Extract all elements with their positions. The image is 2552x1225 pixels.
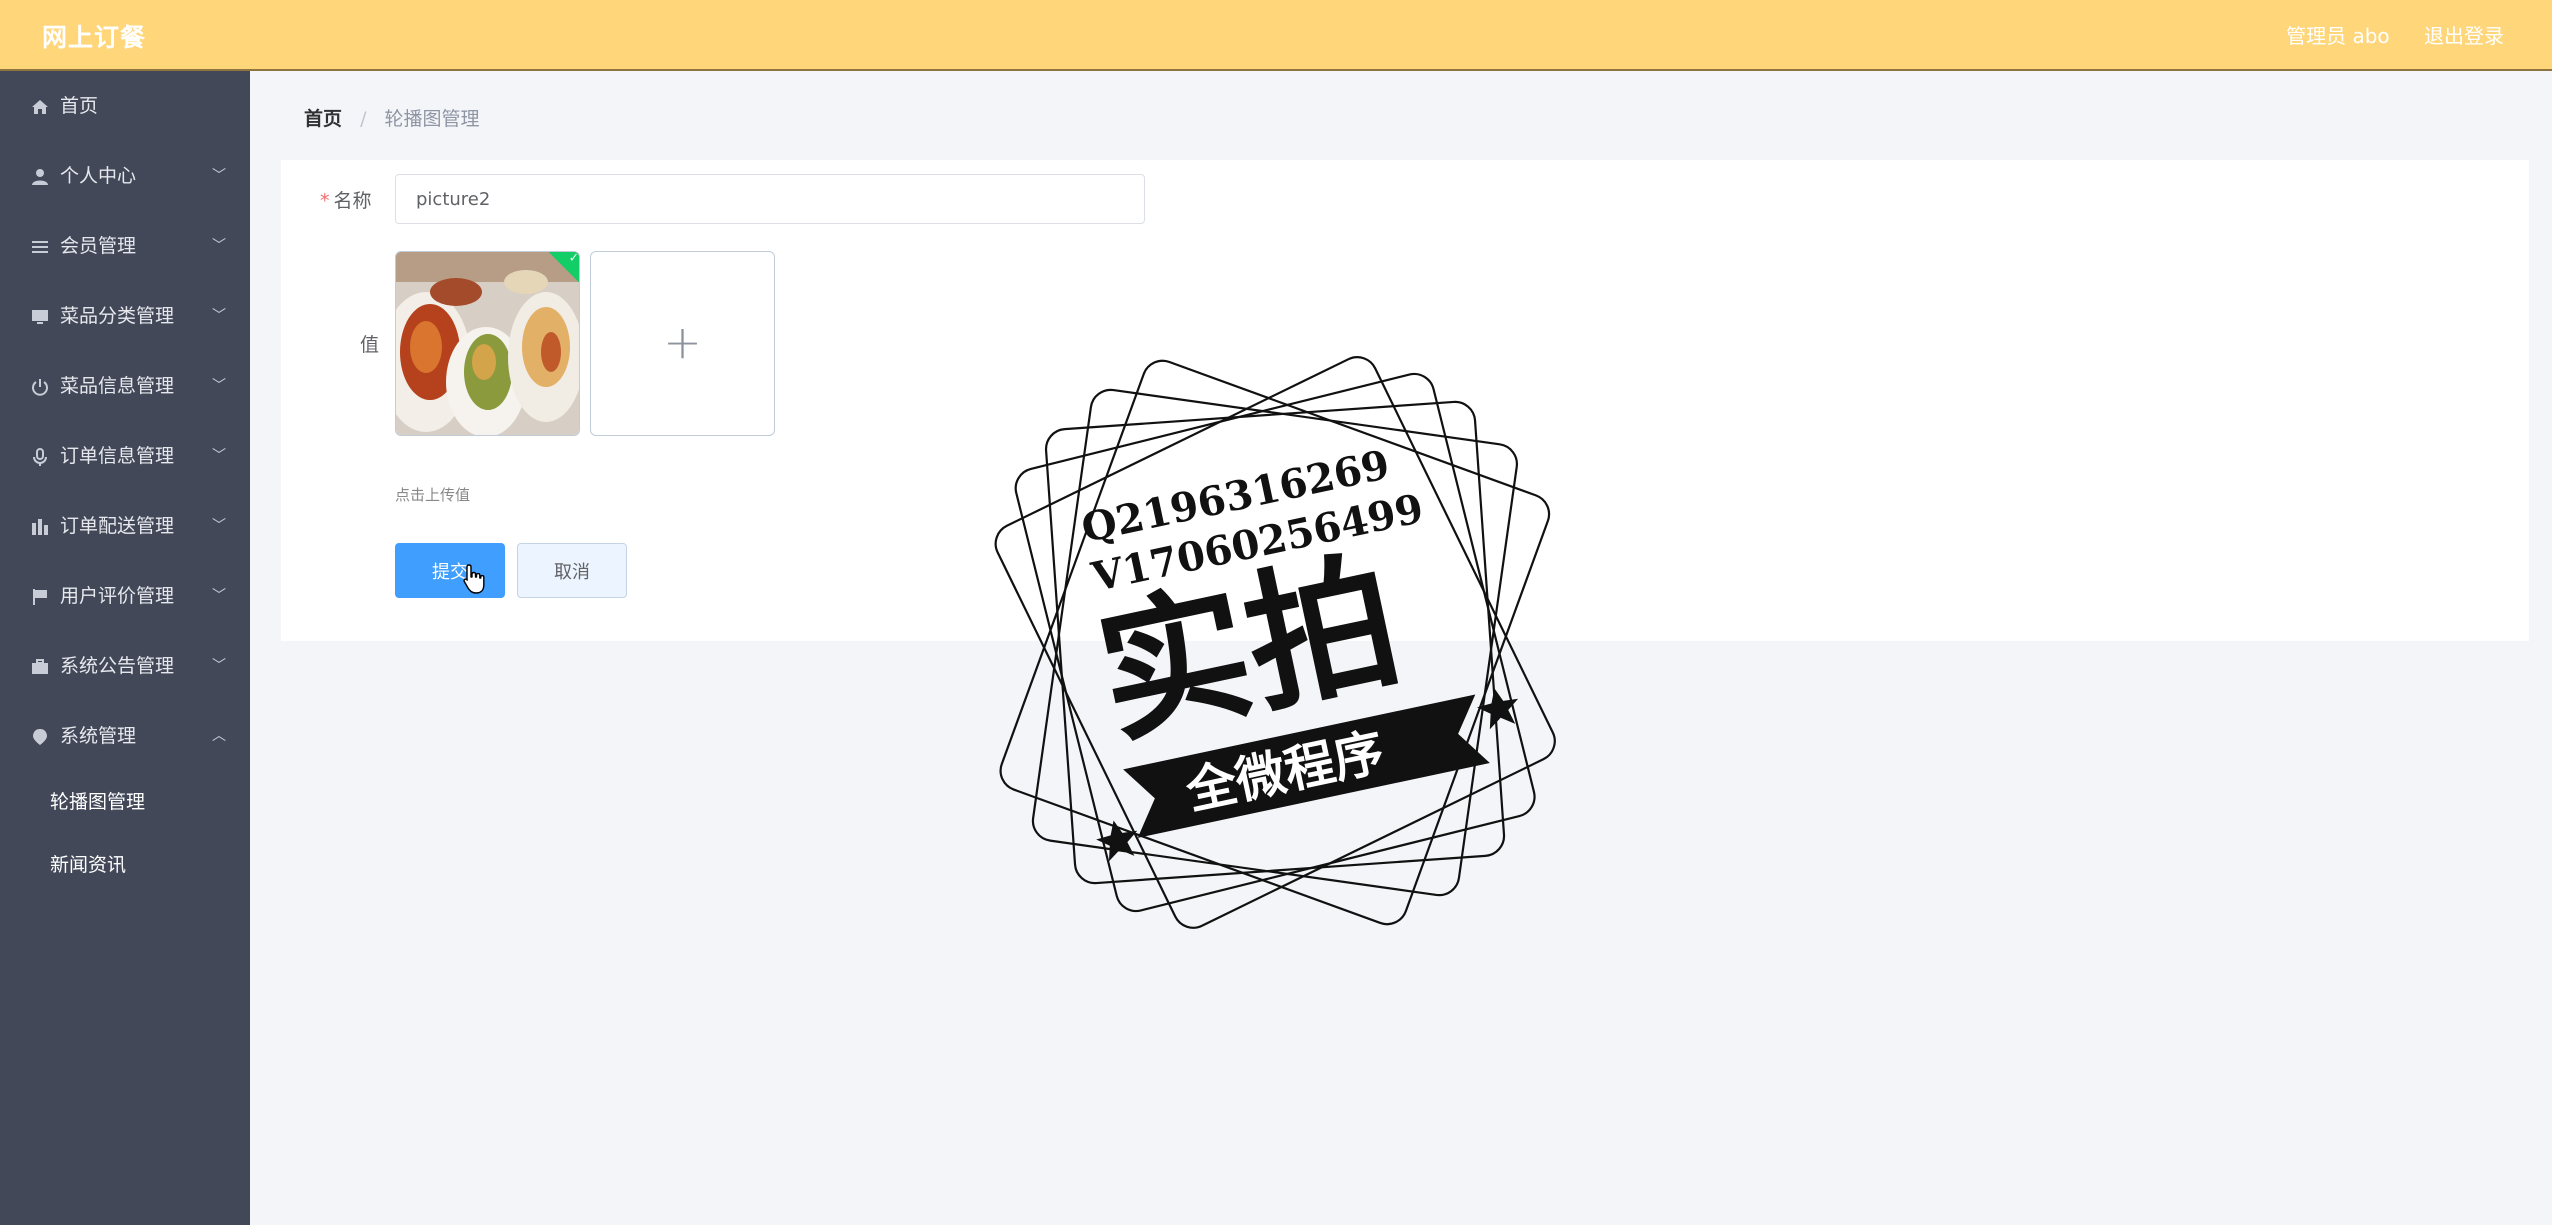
chevron-down-icon: ﹀ [212, 378, 226, 394]
cancel-button[interactable]: 取消 [517, 543, 627, 598]
food-photo [396, 252, 579, 435]
sidebar-subitem-carousel[interactable]: 轮播图管理 [0, 771, 250, 834]
logout-link[interactable]: 退出登录 [2424, 24, 2504, 48]
plus-icon: + [663, 315, 702, 369]
sidebar-item-label: 个人中心 [60, 165, 137, 187]
chevron-down-icon: ﹀ [212, 168, 226, 184]
breadcrumb: 首页 / 轮播图管理 [304, 104, 480, 131]
uploaded-image-thumbnail[interactable]: ✓ [395, 251, 580, 436]
sidebar-item-member-management[interactable]: 会员管理 ﹀ [0, 211, 250, 281]
sidebar-item-order-info[interactable]: 订单信息管理 ﹀ [0, 421, 250, 491]
name-label: * 名称 [320, 190, 372, 212]
chevron-down-icon: ﹀ [212, 518, 226, 534]
app-title: 网上订餐 [42, 23, 147, 52]
sidebar-item-label: 首页 [60, 95, 99, 117]
user-icon [30, 167, 50, 187]
chevron-down-icon: ﹀ [212, 238, 226, 254]
list-icon [30, 237, 50, 257]
sidebar-item-home[interactable]: 首页 [0, 71, 250, 141]
power-icon [30, 377, 50, 397]
name-input[interactable] [395, 174, 1145, 224]
value-label: 值 [360, 334, 380, 356]
sidebar-item-dish-category[interactable]: 菜品分类管理 ﹀ [0, 281, 250, 351]
monitor-icon [30, 307, 50, 327]
top-header: 网上订餐 管理员 abo 退出登录 [0, 0, 2552, 71]
upload-add-button[interactable]: + [590, 251, 775, 436]
sidebar-item-label: 系统管理 [60, 725, 137, 747]
sidebar-item-system-management[interactable]: 系统管理 ︿ [0, 701, 250, 771]
sidebar-item-label: 用户评价管理 [60, 585, 175, 607]
admin-label: 管理员 abo [2286, 24, 2390, 48]
chevron-down-icon: ﹀ [212, 448, 226, 464]
chevron-down-icon: ﹀ [212, 658, 226, 674]
sidebar-item-label: 菜品信息管理 [60, 375, 175, 397]
flag-icon [30, 587, 50, 607]
submit-button[interactable]: 提交 [395, 543, 505, 598]
sidebar-item-label: 会员管理 [60, 235, 137, 257]
watermark-stamp: Q2196316269 V17060256499 实拍 全微程序 [994, 356, 1556, 929]
chevron-down-icon: ﹀ [212, 588, 226, 604]
sidebar-item-label: 菜品分类管理 [60, 305, 175, 327]
sidebar: 首页 个人中心 ﹀ 会员管理 ﹀ 菜品分类管理 ﹀ 菜品信息管理 ﹀ 订单信息管… [0, 71, 250, 1225]
sidebar-item-user-reviews[interactable]: 用户评价管理 ﹀ [0, 561, 250, 631]
sidebar-item-personal-center[interactable]: 个人中心 ﹀ [0, 141, 250, 211]
upload-hint: 点击上传值 [395, 486, 471, 504]
location-icon [30, 727, 50, 747]
sidebar-item-label: 系统公告管理 [60, 655, 175, 677]
briefcase-icon [30, 657, 50, 677]
required-mark: * [320, 190, 330, 212]
hand-cursor-icon [463, 564, 485, 594]
sidebar-subitem-news[interactable]: 新闻资讯 [0, 834, 250, 897]
sidebar-item-label: 订单配送管理 [60, 515, 175, 537]
breadcrumb-current: 轮播图管理 [384, 108, 480, 130]
check-icon: ✓ [568, 251, 579, 265]
sidebar-item-label: 订单信息管理 [60, 445, 175, 467]
breadcrumb-separator: / [360, 108, 367, 130]
chevron-down-icon: ﹀ [212, 308, 226, 324]
building-icon [30, 517, 50, 537]
sidebar-item-dish-info[interactable]: 菜品信息管理 ﹀ [0, 351, 250, 421]
header-user-area: 管理员 abo 退出登录 [2258, 20, 2504, 49]
microphone-icon [30, 447, 50, 467]
breadcrumb-home[interactable]: 首页 [304, 108, 342, 130]
sidebar-item-system-announcements[interactable]: 系统公告管理 ﹀ [0, 631, 250, 701]
home-icon [30, 97, 50, 117]
sidebar-item-order-delivery[interactable]: 订单配送管理 ﹀ [0, 491, 250, 561]
chevron-up-icon: ︿ [212, 728, 226, 744]
